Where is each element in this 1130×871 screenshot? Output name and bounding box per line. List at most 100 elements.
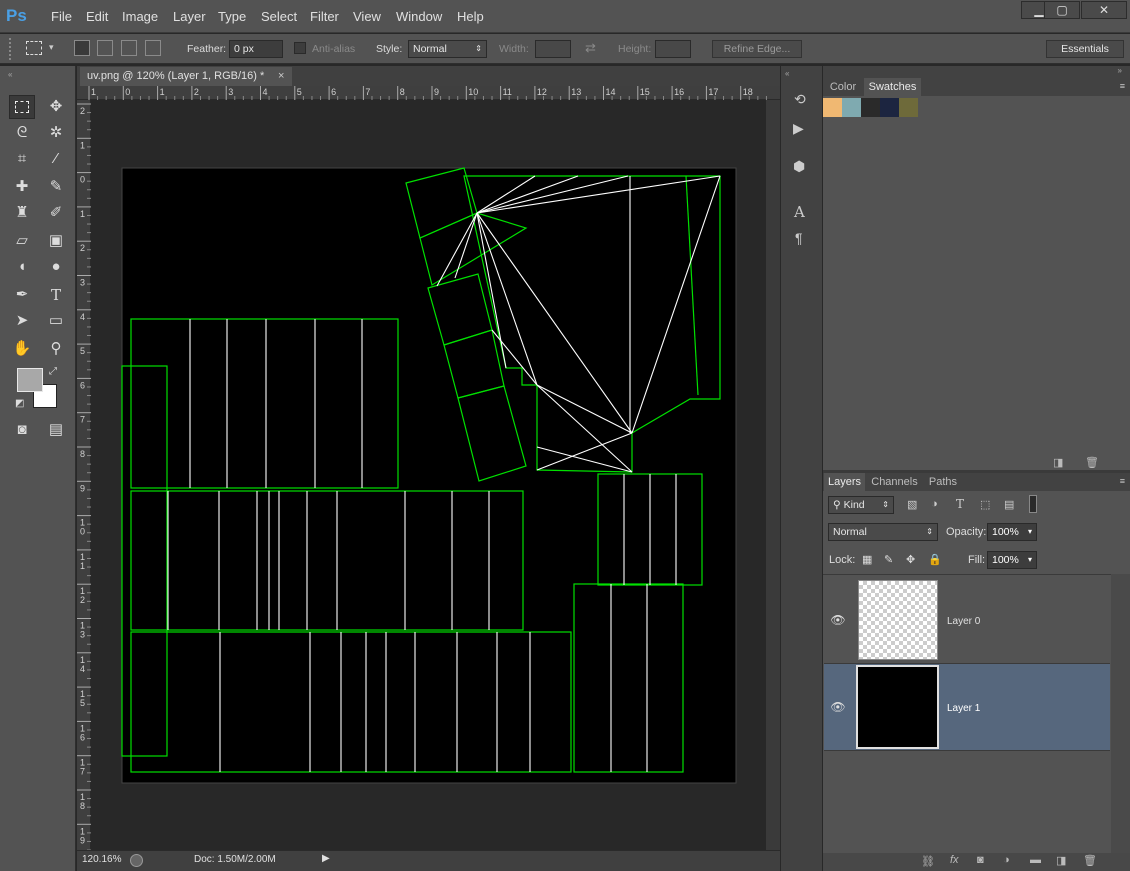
type-tool-icon[interactable]: T	[43, 283, 69, 307]
quick-mask-icon[interactable]: ◙	[9, 418, 35, 442]
blend-mode-select[interactable]: Normal ⇕	[828, 523, 938, 541]
filter-smart-icon[interactable]: ▤	[1004, 498, 1014, 511]
height-input[interactable]	[655, 40, 691, 58]
collapse-strip-icon[interactable]: «	[785, 69, 789, 78]
status-arrow-icon[interactable]: ▶	[322, 853, 330, 864]
swatch-0[interactable]	[823, 98, 842, 117]
delete-layer-icon[interactable]: 🗑	[1083, 854, 1097, 867]
lock-transparent-icon[interactable]: ▦	[862, 553, 872, 566]
style-select[interactable]: Normal ⇕	[408, 40, 487, 58]
spot-heal-icon[interactable]: ✚	[9, 175, 35, 199]
layer-1-name[interactable]: Layer 1	[947, 703, 980, 714]
delete-swatch-icon[interactable]: 🗑	[1085, 456, 1099, 469]
swatch-2[interactable]	[861, 98, 880, 117]
lock-paint-icon[interactable]: ✎	[884, 553, 893, 566]
rectangle-tool-icon[interactable]: ▭	[43, 309, 69, 333]
menu-layer[interactable]: Layer	[173, 9, 206, 24]
adjustment-layer-icon[interactable]: ◑	[1003, 854, 1010, 866]
workspace-button[interactable]: Essentials	[1046, 40, 1124, 58]
layers-scrollbar[interactable]	[1111, 574, 1130, 853]
swatch-1[interactable]	[842, 98, 861, 117]
default-colors-icon[interactable]: ◩	[15, 398, 24, 409]
filter-kind-select[interactable]: ⚲ Kind ⇕	[828, 496, 894, 514]
new-swatch-icon[interactable]: ◨	[1053, 456, 1063, 469]
opacity-input[interactable]: 100% ▾	[987, 523, 1037, 541]
new-layer-icon[interactable]: ◨	[1056, 854, 1066, 867]
gradient-tool-icon[interactable]: ▣	[43, 229, 69, 253]
document-tab[interactable]: uv.png @ 120% (Layer 1, RGB/16) * ×	[80, 67, 292, 86]
lasso-tool-icon[interactable]: ᘓ	[9, 121, 35, 145]
status-icon[interactable]	[130, 854, 143, 867]
foreground-color-swatch[interactable]	[17, 368, 43, 392]
blur-tool-icon[interactable]: ◖	[9, 255, 35, 279]
zoom-tool-icon[interactable]: ⚲	[43, 337, 69, 361]
dodge-tool-icon[interactable]: ●	[43, 255, 69, 279]
add-mask-icon[interactable]: ◙	[977, 854, 984, 866]
add-selection-icon[interactable]	[97, 40, 113, 56]
pen-tool-icon[interactable]: ✒	[9, 283, 35, 307]
filter-adjust-icon[interactable]: ◑	[931, 498, 938, 510]
preset-dropdown-icon[interactable]: ▾	[49, 42, 54, 53]
filter-toggle[interactable]	[1029, 495, 1037, 513]
fill-input[interactable]: 100% ▾	[987, 551, 1037, 569]
menu-filter[interactable]: Filter	[310, 9, 339, 24]
swatch-3[interactable]	[880, 98, 899, 117]
visibility-eye-icon[interactable]: 👁	[830, 700, 846, 714]
tab-layers[interactable]: Layers	[824, 473, 865, 491]
lock-all-icon[interactable]: 🔒	[928, 553, 942, 566]
new-selection-icon[interactable]	[74, 40, 90, 56]
eraser-tool-icon[interactable]: ▱	[9, 229, 35, 253]
group-folder-icon[interactable]: ▬	[1030, 854, 1041, 866]
menu-file[interactable]: File	[51, 9, 72, 24]
move-tool-icon[interactable]: ✥	[43, 95, 69, 119]
menu-window[interactable]: Window	[396, 9, 442, 24]
refine-edge-button[interactable]: Refine Edge...	[712, 40, 802, 58]
swap-icon[interactable]: ⇄	[585, 40, 596, 56]
uv-canvas[interactable]	[91, 100, 766, 850]
magic-wand-icon[interactable]: ✲	[43, 121, 69, 145]
subtract-selection-icon[interactable]	[121, 40, 137, 56]
layer-row-layer-1[interactable]: 👁 Layer 1	[824, 664, 1110, 751]
history-icon[interactable]: ⟲	[794, 91, 806, 108]
canvas-area[interactable]	[91, 100, 766, 850]
history-brush-icon[interactable]: ✐	[43, 201, 69, 225]
crop-tool-icon[interactable]: ⌗	[9, 147, 35, 171]
layers-menu-icon[interactable]: ≡	[1120, 476, 1125, 486]
menu-view[interactable]: View	[353, 9, 381, 24]
3d-icon[interactable]: ⬢	[793, 158, 805, 175]
feather-input[interactable]: 0 px	[229, 40, 283, 58]
layer-0-thumbnail[interactable]	[858, 580, 938, 660]
close-tab-icon[interactable]: ×	[278, 67, 284, 86]
fx-icon[interactable]: fx	[950, 854, 959, 866]
menu-type[interactable]: Type	[218, 9, 246, 24]
antialias-checkbox[interactable]	[294, 42, 306, 54]
width-input[interactable]	[535, 40, 571, 58]
maximize-button[interactable]: ▢	[1044, 1, 1080, 19]
visibility-eye-icon[interactable]: 👁	[830, 613, 846, 627]
link-layers-icon[interactable]: ⛓	[921, 855, 935, 868]
layer-1-thumbnail[interactable]	[856, 665, 939, 749]
menu-help[interactable]: Help	[457, 9, 484, 24]
swatch-4[interactable]	[899, 98, 918, 117]
character-icon[interactable]: A	[794, 203, 805, 221]
layer-row-layer-0[interactable]: 👁 Layer 0	[824, 577, 1110, 664]
zoom-level[interactable]: 120.16%	[82, 854, 121, 865]
menu-select[interactable]: Select	[261, 9, 297, 24]
lock-position-icon[interactable]: ✥	[906, 553, 915, 566]
path-select-icon[interactable]: ➤	[9, 309, 35, 333]
close-button[interactable]: ✕	[1081, 1, 1127, 19]
eyedropper-icon[interactable]: ⁄	[43, 147, 69, 171]
paragraph-icon[interactable]: ¶	[795, 230, 803, 246]
clone-stamp-icon[interactable]: ♜	[9, 201, 35, 225]
menu-edit[interactable]: Edit	[86, 9, 108, 24]
screen-mode-icon[interactable]: ▤	[43, 418, 69, 442]
tab-channels[interactable]: Channels	[867, 473, 922, 491]
vertical-scrollbar[interactable]	[766, 100, 780, 850]
filter-pixel-icon[interactable]: ▧	[907, 498, 917, 511]
filter-type-icon[interactable]: T	[956, 497, 964, 511]
filter-shape-icon[interactable]: ⬚	[980, 498, 990, 511]
tab-paths[interactable]: Paths	[923, 473, 963, 491]
panel-menu-icon[interactable]: ≡	[1120, 81, 1125, 91]
tab-swatches[interactable]: Swatches	[864, 78, 921, 96]
hand-tool-icon[interactable]: ✋	[9, 337, 35, 361]
